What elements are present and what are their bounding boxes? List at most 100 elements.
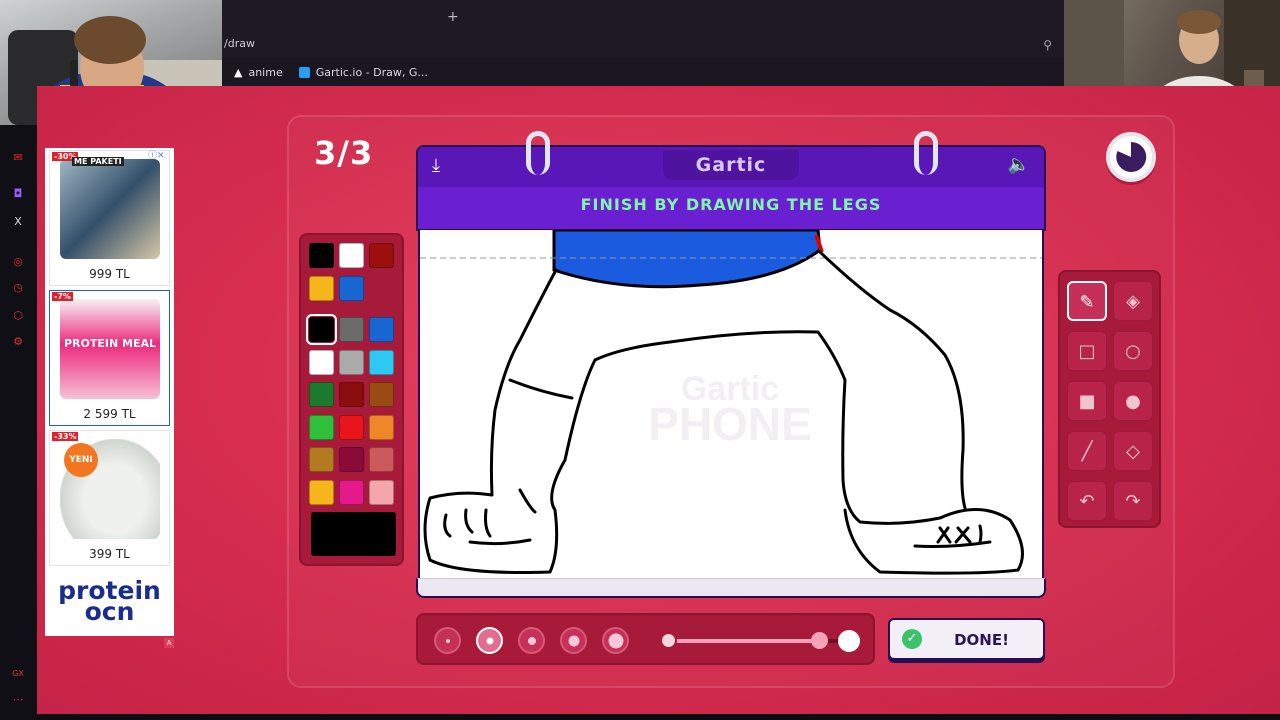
brush-size-2[interactable] — [476, 627, 503, 654]
color-swatch[interactable] — [369, 414, 394, 440]
brush-size-3[interactable] — [518, 627, 545, 654]
recent-color-swatch[interactable] — [339, 243, 364, 268]
color-swatch[interactable] — [369, 349, 394, 375]
color-palette — [299, 233, 404, 566]
sound-icon[interactable]: 🔈 — [1008, 154, 1030, 175]
notebook-ring — [526, 131, 550, 175]
notebook-bottom — [416, 578, 1046, 598]
notebook-header: ⤓ Gartic 🔈 FINISH BY DRAWING THE LEGS — [416, 131, 1046, 231]
notebook-ring — [914, 131, 938, 175]
drawing-strokes: Gartic PHONE — [420, 230, 1042, 575]
color-swatch[interactable] — [339, 382, 364, 407]
color-swatch[interactable] — [306, 314, 337, 345]
bookmark-anime[interactable]: ▲ anime — [234, 66, 283, 79]
round-counter: 3/3 — [314, 134, 374, 172]
ad-info-icon[interactable]: ⓘ✕ — [148, 148, 165, 161]
eraser-icon[interactable]: ◈ — [1113, 281, 1153, 321]
browser-sidebar: ✉ ◘ X ◎ ◷ ⬡ ⚙ GX ⋯ — [0, 125, 37, 720]
bookmarks-bar: ▲ anime Gartic.io - Draw, G... — [222, 58, 1064, 86]
ad-price: 399 TL — [89, 547, 130, 561]
recent-color-swatch[interactable] — [309, 243, 334, 268]
color-swatch[interactable] — [339, 479, 364, 505]
browser-tab-bar: + — [222, 0, 1064, 32]
address-bar[interactable]: /draw ⚲ — [222, 32, 1064, 58]
pencil-icon[interactable]: ✎ — [1067, 281, 1107, 321]
timer-dial — [1116, 141, 1147, 172]
fill-bucket-icon[interactable]: ◇ — [1113, 431, 1153, 471]
opacity-min-icon — [660, 632, 677, 649]
color-swatch[interactable] — [369, 317, 394, 342]
ad-item[interactable]: -33% YENI 399 TL — [49, 430, 170, 566]
drawing-prompt: FINISH BY DRAWING THE LEGS — [580, 195, 882, 214]
discount-badge: -33% — [52, 432, 79, 441]
anime-icon: ▲ — [234, 65, 243, 79]
color-swatch[interactable] — [309, 447, 334, 472]
rectangle-outline-icon[interactable]: □ — [1067, 331, 1107, 371]
ad-brand-logo[interactable]: protein ocn — [45, 578, 174, 624]
gartic-favicon — [298, 66, 310, 78]
color-swatch[interactable] — [309, 349, 334, 375]
history-icon[interactable]: ◷ — [11, 281, 25, 295]
opacity-max-icon — [838, 630, 860, 652]
bookmark-gartic[interactable]: Gartic.io - Draw, G... — [298, 66, 428, 79]
discount-badge: -7% — [52, 292, 73, 301]
gx-icon[interactable]: GX — [11, 667, 25, 681]
color-swatch[interactable] — [309, 479, 334, 505]
ad-price: 999 TL — [89, 267, 130, 281]
ad-price: 2 599 TL — [83, 407, 136, 421]
new-tab-button[interactable]: + — [447, 9, 459, 25]
drawing-canvas[interactable]: Gartic PHONE — [418, 230, 1044, 596]
screen: { "browser": { "new_tab": "+", "url_frag… — [0, 0, 1280, 720]
extensions-icon[interactable]: ⬡ — [11, 309, 25, 323]
timer-icon — [1106, 132, 1156, 182]
recent-color-swatch[interactable] — [339, 276, 364, 301]
messenger-icon[interactable]: ✉ — [11, 151, 25, 165]
ad-title: ME PAKETI — [72, 157, 124, 166]
ad-product-image — [60, 159, 160, 259]
done-button[interactable]: ✓ DONE! — [888, 618, 1045, 660]
color-swatch[interactable] — [339, 349, 364, 375]
ellipse-fill-icon[interactable]: ● — [1113, 381, 1153, 421]
ad-choices-icon[interactable]: A — [164, 638, 174, 648]
settings-icon[interactable]: ⚙ — [11, 335, 25, 349]
ad-title: PROTEIN MEAL — [63, 337, 156, 350]
ad-sidebar: -30% ME PAKETI 999 TL -7% PROTEIN MEAL 2… — [45, 148, 174, 636]
download-icon[interactable]: ⤓ — [432, 155, 440, 176]
rectangle-fill-icon[interactable]: ■ — [1067, 381, 1107, 421]
color-swatch[interactable] — [309, 382, 334, 407]
twitch-icon[interactable]: ◘ — [11, 187, 25, 201]
opacity-slider-handle[interactable] — [811, 632, 828, 649]
pin-icon[interactable]: ⚲ — [1043, 38, 1052, 52]
gartic-logo: Gartic — [663, 150, 799, 180]
recent-color-swatch[interactable] — [309, 276, 334, 301]
x-icon[interactable]: X — [11, 215, 25, 229]
color-swatch[interactable] — [369, 479, 394, 505]
address-url: /draw — [224, 37, 255, 50]
brush-size-5[interactable] — [602, 627, 629, 654]
ad-item[interactable]: -7% PROTEIN MEAL 2 599 TL — [49, 290, 170, 426]
color-swatch[interactable] — [369, 382, 394, 407]
ellipse-outline-icon[interactable]: ○ — [1113, 331, 1153, 371]
color-swatch[interactable] — [339, 317, 364, 342]
bookmark-label: anime — [248, 65, 283, 79]
brush-size-1[interactable] — [434, 627, 461, 654]
more-icon[interactable]: ⋯ — [11, 693, 25, 707]
undo-icon[interactable]: ↶ — [1067, 481, 1107, 521]
player-icon[interactable]: ◎ — [11, 255, 25, 269]
line-icon[interactable]: ╱ — [1067, 431, 1107, 471]
watermark-phone: PHONE — [648, 398, 812, 450]
brush-settings-bar — [416, 613, 875, 665]
redo-icon[interactable]: ↷ — [1113, 481, 1153, 521]
current-color-preview — [311, 512, 396, 556]
brush-size-4[interactable] — [560, 627, 587, 654]
tools-panel: ✎ ◈ □ ○ ■ ● ╱ ◇ ↶ ↷ — [1058, 270, 1161, 528]
ad-item[interactable]: -30% ME PAKETI 999 TL — [49, 150, 170, 286]
color-swatch[interactable] — [369, 447, 394, 472]
recent-color-swatch[interactable] — [369, 243, 394, 268]
color-swatch[interactable] — [339, 447, 364, 472]
opacity-slider-fill — [665, 639, 815, 643]
done-label: DONE! — [954, 631, 1009, 649]
color-swatch[interactable] — [339, 414, 364, 440]
new-badge: YENI — [64, 443, 98, 477]
color-swatch[interactable] — [309, 414, 334, 440]
